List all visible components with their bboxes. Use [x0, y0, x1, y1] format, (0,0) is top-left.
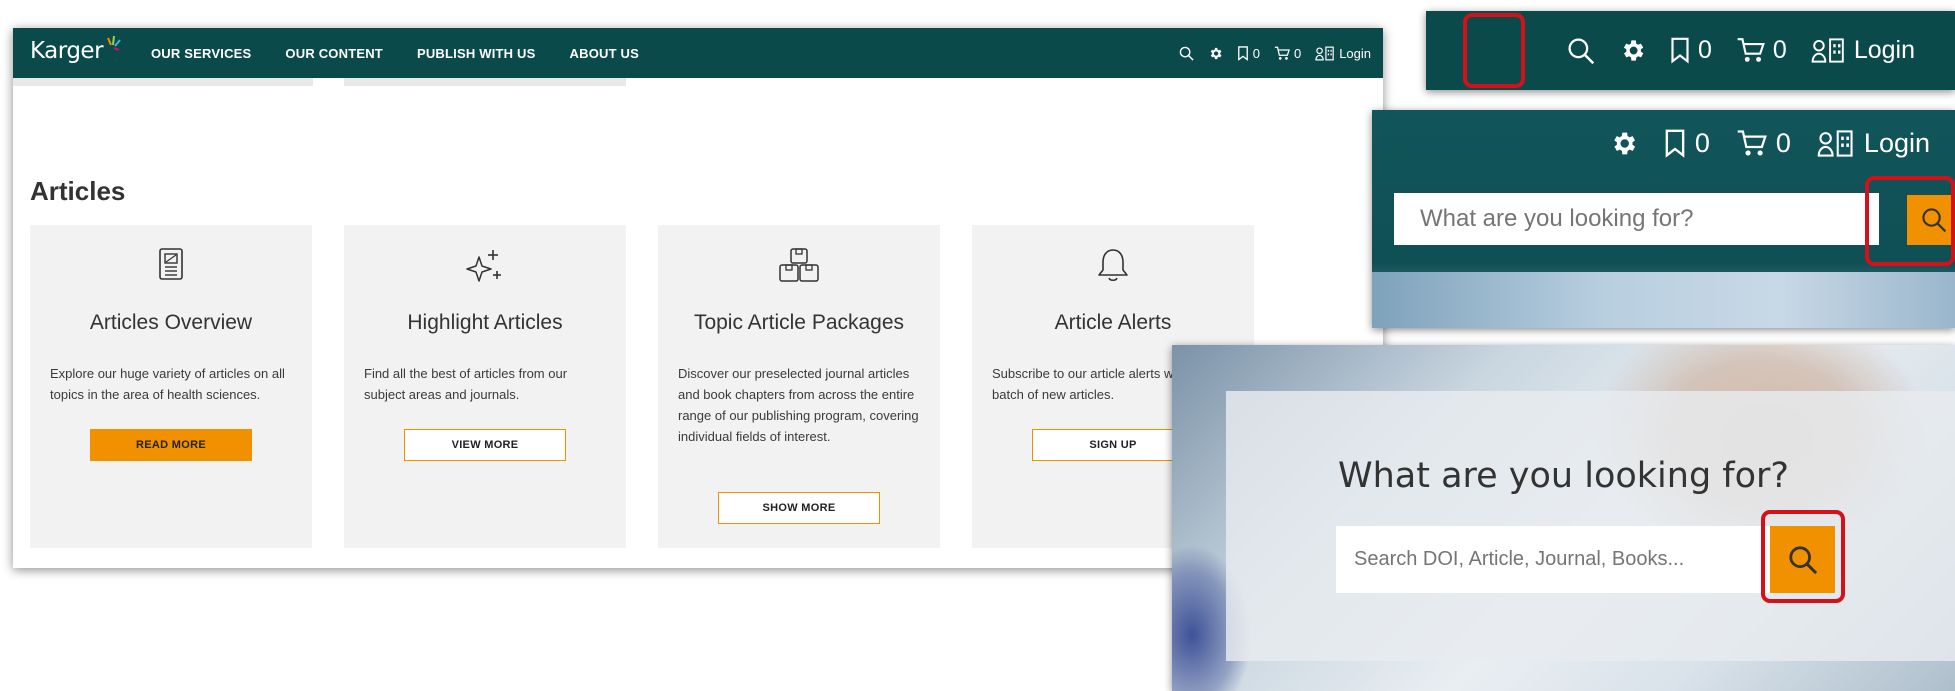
- search-toggle-button[interactable]: [1567, 37, 1595, 65]
- cart-icon: [1274, 46, 1290, 60]
- login-label: Login: [1339, 45, 1371, 61]
- inset-search-utilities: 0 0 Login: [1609, 110, 1930, 176]
- card-description: Discover our preselected journal article…: [678, 366, 919, 444]
- search-icon: [1179, 46, 1194, 61]
- highlight-box: [1463, 13, 1525, 88]
- search-toggle-button[interactable]: [1179, 46, 1194, 61]
- inset-header-utilities: 0 0 Login: [1567, 11, 1915, 90]
- login-label: Login: [1863, 127, 1930, 158]
- gear-icon: [1210, 47, 1222, 59]
- bookmarks-button[interactable]: 0: [1237, 46, 1260, 61]
- highlight-box: [1865, 176, 1955, 266]
- hero-search-input[interactable]: [1336, 526, 1770, 593]
- search-input[interactable]: [1394, 193, 1879, 245]
- packages-icon: [779, 248, 819, 282]
- login-button[interactable]: Login: [1315, 46, 1371, 61]
- institution-login-icon: [1817, 129, 1853, 157]
- bookmarks-button[interactable]: 0: [1670, 36, 1712, 65]
- settings-button[interactable]: [1609, 129, 1638, 158]
- logo-mark-icon: [107, 36, 121, 51]
- karger-logo[interactable]: Karger: [30, 38, 104, 64]
- bookmark-icon: [1237, 45, 1248, 61]
- cart-count: 0: [1772, 36, 1787, 64]
- nav-our-services[interactable]: OUR SERVICES: [151, 46, 251, 61]
- ghost-tab-right: [344, 78, 626, 86]
- zoom-inset-search-bar: 0 0 Login: [1372, 110, 1955, 328]
- login-label: Login: [1853, 36, 1915, 64]
- section-title: Articles: [30, 176, 126, 206]
- read-more-button[interactable]: READ MORE: [90, 429, 252, 461]
- institution-login-icon: [1811, 38, 1844, 63]
- bookmark-count: 0: [1252, 45, 1260, 61]
- bell-icon: [1098, 249, 1128, 282]
- nav-utilities: 0 0 Login: [1179, 28, 1371, 78]
- cart-button[interactable]: 0: [1274, 46, 1301, 61]
- hero-search-heading: What are you looking for?: [1337, 456, 1790, 496]
- nav-about-us[interactable]: ABOUT US: [570, 46, 640, 61]
- card-topic-article-packages: Topic Article Packages Discover our pres…: [658, 225, 940, 548]
- highlight-box: [1761, 510, 1845, 603]
- cart-button[interactable]: 0: [1736, 36, 1787, 65]
- card-title: Topic Article Packages: [693, 311, 905, 334]
- card-title: Highlight Articles: [407, 311, 563, 334]
- top-navbar: Karger OUR SERVICES OUR CONTENT PUBLISH …: [13, 28, 1383, 78]
- cart-count: 0: [1775, 127, 1791, 158]
- logo-text: Karger: [30, 38, 104, 64]
- bookmark-count: 0: [1694, 127, 1710, 158]
- gear-icon: [1614, 132, 1635, 154]
- settings-button[interactable]: [1619, 37, 1646, 64]
- zoom-inset-hero-search: What are you looking for?: [1172, 345, 1955, 691]
- nav-our-content[interactable]: OUR CONTENT: [285, 46, 383, 61]
- card-articles-overview: Articles Overview Explore our huge varie…: [30, 225, 312, 548]
- settings-button[interactable]: [1208, 46, 1223, 61]
- sparkle-icon: [466, 250, 501, 282]
- sign-up-button[interactable]: SIGN UP: [1032, 429, 1194, 461]
- cart-count: 0: [1293, 45, 1302, 61]
- bookmark-count: 0: [1698, 36, 1712, 64]
- main-nav: OUR SERVICES OUR CONTENT PUBLISH WITH US…: [151, 28, 639, 78]
- bookmark-icon: [1665, 129, 1685, 158]
- document-icon: [159, 248, 183, 280]
- show-more-button[interactable]: SHOW MORE: [718, 492, 880, 524]
- login-button[interactable]: Login: [1817, 128, 1930, 159]
- zoom-inset-header: 0 0 Login: [1426, 11, 1955, 90]
- nav-publish-with-us[interactable]: PUBLISH WITH US: [417, 46, 536, 61]
- bookmarks-button[interactable]: 0: [1664, 128, 1710, 159]
- ghost-tab-left: [13, 78, 313, 86]
- card-highlight-articles: Highlight Articles Find all the best of …: [344, 225, 626, 548]
- card-title: Articles Overview: [89, 311, 253, 334]
- card-description: Explore our huge variety of articles on …: [50, 366, 285, 402]
- view-more-button[interactable]: VIEW MORE: [404, 429, 566, 461]
- card-description: Find all the best of articles from our s…: [364, 366, 568, 402]
- composite-screenshot: Karger OUR SERVICES OUR CONTENT PUBLISH …: [0, 0, 1955, 691]
- cart-icon: [1737, 38, 1765, 62]
- login-button[interactable]: Login: [1811, 36, 1915, 65]
- institution-login-icon: [1315, 46, 1334, 60]
- card-title: Article Alerts: [1054, 311, 1172, 334]
- hero-image-strip: [1372, 272, 1955, 328]
- bookmark-icon: [1671, 37, 1689, 64]
- cart-icon: [1737, 129, 1767, 156]
- cart-button[interactable]: 0: [1736, 128, 1791, 159]
- search-icon: [1568, 37, 1595, 64]
- gear-icon: [1623, 40, 1644, 61]
